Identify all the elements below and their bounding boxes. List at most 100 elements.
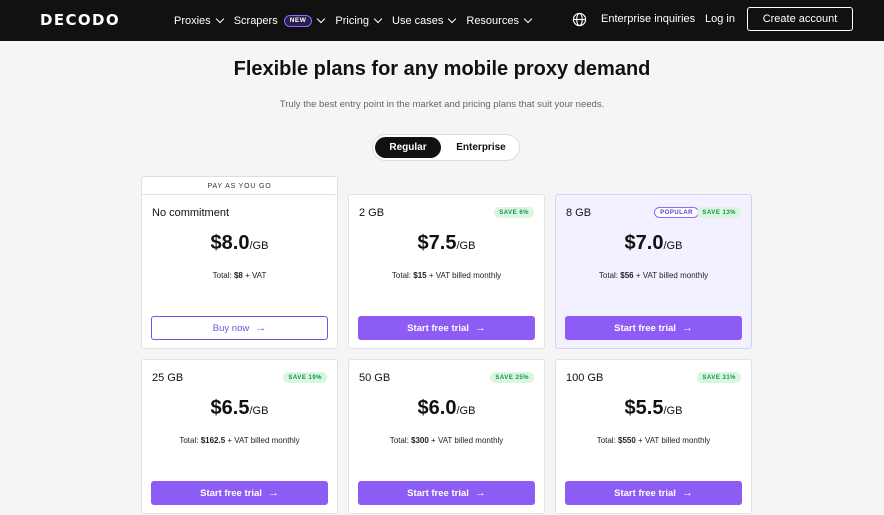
plan-total: Total: $56 + VAT billed monthly	[556, 271, 751, 280]
plan-price: $7.5/GB	[349, 232, 544, 255]
chevron-down-icon	[215, 14, 224, 24]
chevron-down-icon	[373, 14, 383, 24]
plan-name: No commitment	[152, 207, 230, 219]
plan-name: 100 GB	[566, 372, 604, 384]
login-link[interactable]: Log in	[705, 13, 735, 25]
plan-total: Total: $550 + VAT billed monthly	[556, 436, 751, 445]
button-label: Start free trial	[407, 487, 469, 499]
plan-card-no-commitment: No commitment $8.0/GB Total: $8 + VAT Bu…	[141, 194, 338, 349]
popular-badge: POPULAR	[654, 207, 699, 218]
main-menu: Proxies Scrapers NEW Pricing Use cases R…	[174, 0, 542, 41]
menu-label: Resources	[466, 14, 519, 27]
total-prefix: Total:	[212, 271, 234, 280]
globe-icon[interactable]	[572, 12, 587, 27]
menu-scrapers[interactable]: Scrapers NEW	[234, 14, 326, 27]
save-badge: SAVE 19%	[283, 372, 327, 383]
menu-resources[interactable]: Resources	[466, 14, 533, 27]
tab-enterprise[interactable]: Enterprise	[445, 137, 517, 158]
top-nav: DECODO Proxies Scrapers NEW Pricing Use …	[0, 0, 884, 41]
menu-label: Use cases	[392, 14, 444, 27]
price-value: $8.0	[210, 232, 250, 254]
save-badge: SAVE 13%	[697, 207, 741, 218]
menu-use-cases[interactable]: Use cases	[392, 14, 457, 27]
total-value: $550	[618, 436, 636, 445]
total-suffix: + VAT billed monthly	[633, 271, 709, 280]
total-value: $300	[411, 436, 429, 445]
plan-price: $7.0/GB	[556, 232, 751, 255]
start-free-trial-button[interactable]: Start free trial →	[565, 316, 742, 340]
button-label: Start free trial	[200, 487, 262, 499]
plan-card-50gb: 50 GB SAVE 25% $6.0/GB Total: $300 + VAT…	[348, 359, 545, 514]
chevron-down-icon	[448, 14, 457, 24]
plan-total: Total: $162.5 + VAT billed monthly	[142, 436, 337, 445]
price-unit: /GB	[663, 405, 683, 417]
button-label: Start free trial	[614, 322, 676, 334]
price-value: $5.5	[624, 397, 664, 419]
start-free-trial-button[interactable]: Start free trial →	[151, 481, 328, 505]
total-value: $56	[620, 271, 634, 280]
plan-name: 8 GB	[566, 207, 592, 219]
plan-type-toggle: Regular Enterprise	[372, 134, 520, 161]
total-suffix: + VAT billed monthly	[426, 271, 502, 280]
save-badge: SAVE 31%	[697, 372, 741, 383]
price-unit: /GB	[249, 240, 269, 252]
plan-total: Total: $15 + VAT billed monthly	[349, 271, 544, 280]
save-badge: SAVE 25%	[490, 372, 534, 383]
chevron-down-icon	[317, 14, 326, 24]
start-free-trial-button[interactable]: Start free trial →	[358, 481, 535, 505]
total-suffix: + VAT billed monthly	[428, 436, 504, 445]
arrow-right-icon: →	[681, 487, 693, 499]
plan-name: 25 GB	[152, 372, 184, 384]
arrow-right-icon: →	[474, 322, 486, 334]
menu-proxies[interactable]: Proxies	[174, 14, 224, 27]
plan-price: $6.0/GB	[349, 397, 544, 420]
enterprise-inquiries-link[interactable]: Enterprise inquiries	[601, 13, 695, 25]
price-unit: /GB	[663, 240, 683, 252]
price-value: $7.0	[624, 232, 664, 254]
plan-card-8gb: 8 GB POPULAR SAVE 13% $7.0/GB Total: $56…	[555, 194, 752, 349]
plan-name: 2 GB	[359, 207, 385, 219]
plan-card-25gb: 25 GB SAVE 19% $6.5/GB Total: $162.5 + V…	[141, 359, 338, 514]
chevron-down-icon	[523, 14, 533, 24]
total-prefix: Total:	[179, 436, 201, 445]
new-badge: NEW	[283, 14, 313, 27]
menu-label: Proxies	[174, 14, 211, 27]
price-unit: /GB	[249, 405, 269, 417]
plan-total: Total: $300 + VAT billed monthly	[349, 436, 544, 445]
plan-price: $6.5/GB	[142, 397, 337, 420]
start-free-trial-button[interactable]: Start free trial →	[358, 316, 535, 340]
plan-total: Total: $8 + VAT	[142, 271, 337, 280]
logo[interactable]: DECODO	[40, 11, 120, 29]
total-suffix: + VAT	[242, 271, 267, 280]
button-label: Start free trial	[614, 487, 676, 499]
plan-price: $8.0/GB	[142, 232, 337, 255]
buy-now-button[interactable]: Buy now →	[151, 316, 328, 340]
price-value: $7.5	[417, 232, 457, 254]
button-label: Start free trial	[407, 322, 469, 334]
button-label: Buy now	[212, 322, 250, 334]
price-value: $6.0	[417, 397, 457, 419]
page-subtitle: Truly the best entry point in the market…	[279, 99, 605, 110]
plan-price: $5.5/GB	[556, 397, 751, 420]
price-unit: /GB	[456, 240, 476, 252]
price-unit: /GB	[456, 405, 476, 417]
tab-regular[interactable]: Regular	[375, 137, 441, 158]
create-account-button[interactable]: Create account	[747, 7, 853, 31]
arrow-right-icon: →	[255, 322, 267, 334]
plan-name: 50 GB	[359, 372, 391, 384]
pay-as-you-go-label: PAY AS YOU GO	[141, 176, 338, 195]
total-prefix: Total:	[596, 436, 619, 445]
total-value: $8	[233, 271, 243, 280]
start-free-trial-button[interactable]: Start free trial →	[565, 481, 742, 505]
arrow-right-icon: →	[681, 322, 693, 334]
total-prefix: Total:	[389, 436, 412, 445]
price-value: $6.5	[210, 397, 250, 419]
total-prefix: Total:	[598, 271, 621, 280]
total-suffix: + VAT billed monthly	[225, 436, 300, 445]
arrow-right-icon: →	[267, 487, 279, 499]
menu-pricing[interactable]: Pricing	[335, 14, 383, 27]
menu-label: Pricing	[335, 14, 370, 27]
total-value: $15	[413, 271, 427, 280]
plan-card-100gb: 100 GB SAVE 31% $5.5/GB Total: $550 + VA…	[555, 359, 752, 514]
plan-card-2gb: 2 GB SAVE 6% $7.5/GB Total: $15 + VAT bi…	[348, 194, 545, 349]
